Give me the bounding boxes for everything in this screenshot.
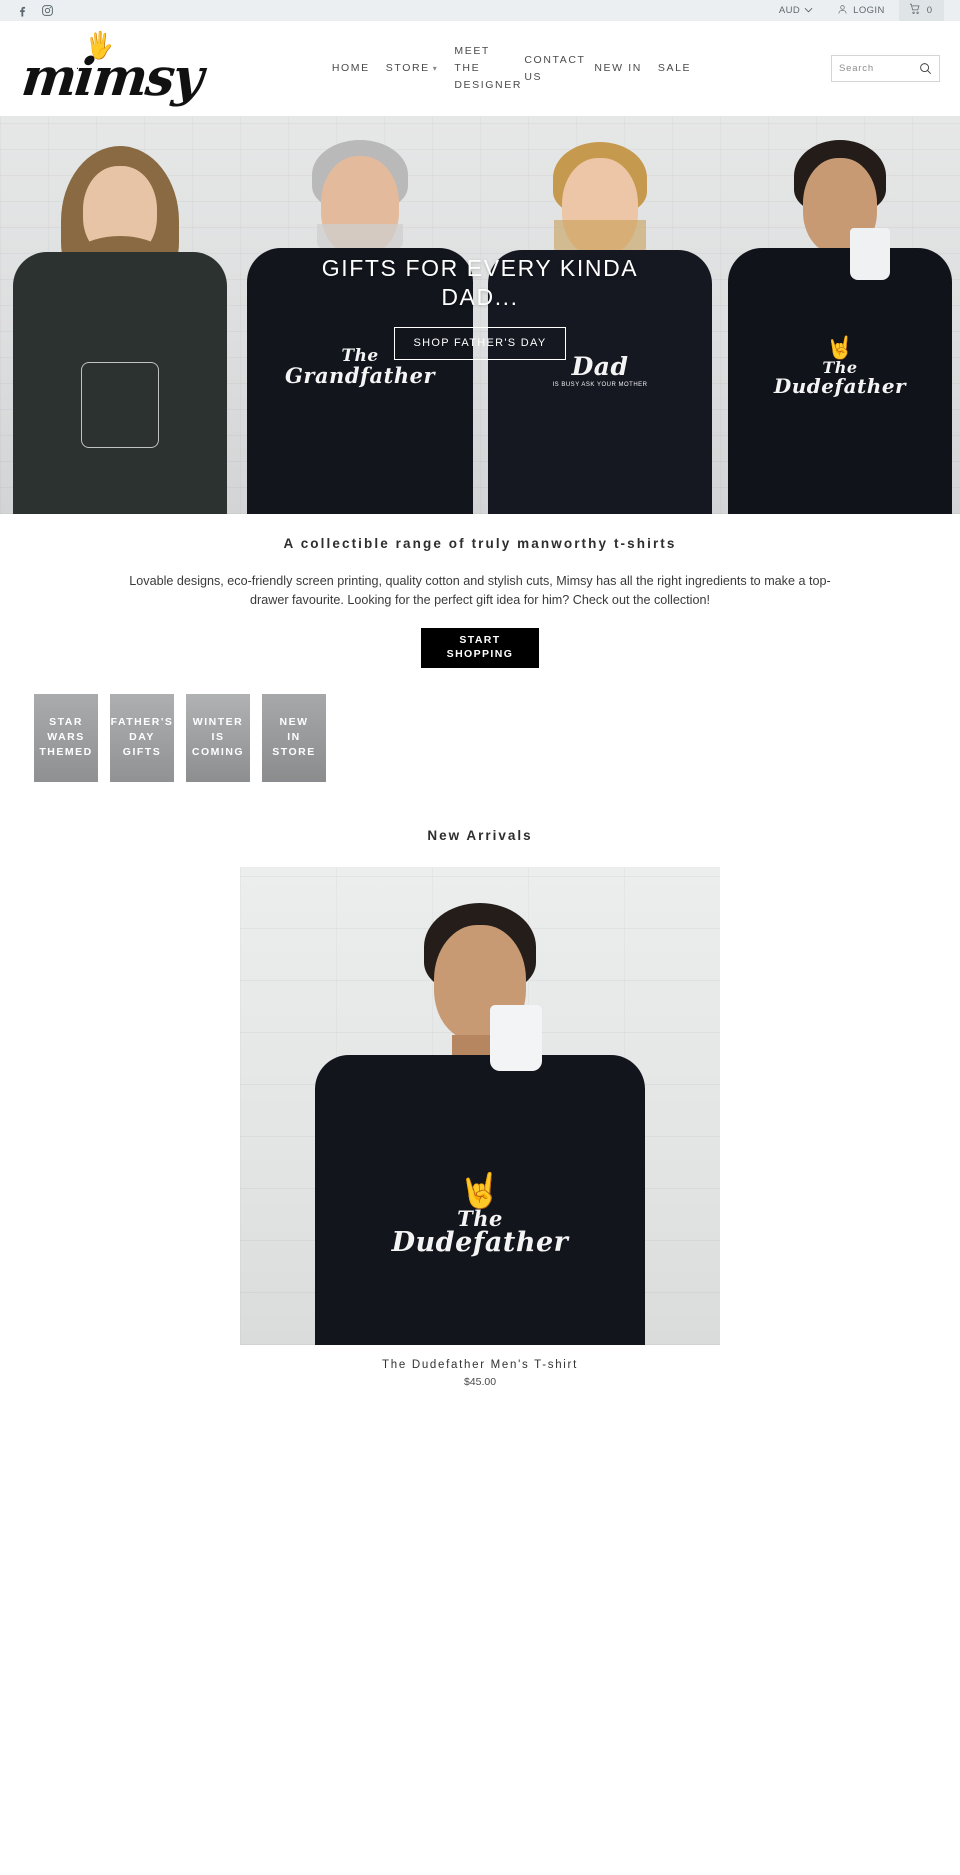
tile-label-line: STORE <box>272 746 316 759</box>
intro-heading: A collectible range of truly manworthy t… <box>283 536 677 551</box>
utility-bar-right: AUD LOGIN 0 <box>769 0 944 21</box>
tile-label: STAR WARS THEMED <box>34 694 98 782</box>
tile-label-line: STAR <box>49 715 83 728</box>
category-tiles: STAR WARS THEMED FATHER'S DAY GIFTS WINT… <box>0 668 960 782</box>
nav-label: HOME <box>331 62 370 74</box>
nav-label: STORE <box>385 62 430 74</box>
facebook-icon[interactable] <box>16 4 29 17</box>
search-input[interactable] <box>839 63 919 74</box>
tile-label: NEW IN STORE <box>262 694 326 782</box>
tile-label: WINTER IS COMING <box>186 694 250 782</box>
chevron-down-icon <box>804 5 813 16</box>
main-navigation: HOME STORE ▾ MEET THE DESIGNER CONTACT US… <box>172 43 821 94</box>
intro-section: A collectible range of truly manworthy t… <box>0 514 960 668</box>
tile-label-line: DAY <box>129 730 155 743</box>
cart-button[interactable]: 0 <box>898 0 944 21</box>
chevron-down-icon: ▾ <box>432 64 439 73</box>
nav-item-contact-us[interactable]: CONTACT US <box>516 52 586 86</box>
site-logo[interactable]: 🖐 mimsy .. <box>19 30 205 108</box>
start-shopping-button[interactable]: START SHOPPING <box>420 627 540 668</box>
user-icon <box>837 4 848 18</box>
hero-content: GIFTS FOR EVERY KINDA DAD... SHOP FATHER… <box>0 116 960 514</box>
start-shopping-line2: SHOPPING <box>446 647 514 660</box>
tile-label-line: NEW <box>279 715 309 728</box>
nav-label: NEW IN <box>594 62 642 74</box>
instagram-icon[interactable] <box>41 4 54 17</box>
currency-label: AUD <box>778 5 801 16</box>
nav-label: CONTACT US <box>524 53 586 83</box>
intro-body: Lovable designs, eco-friendly screen pri… <box>129 574 831 607</box>
nav-item-new-in[interactable]: NEW IN <box>586 60 650 77</box>
tile-label: FATHER'S DAY GIFTS <box>110 694 174 782</box>
social-links <box>16 4 54 17</box>
search-box[interactable] <box>831 55 940 82</box>
tile-label-line: GIFTS <box>122 746 162 759</box>
nav-label: MEET THE DESIGNER <box>454 45 523 91</box>
utility-bar: AUD LOGIN 0 <box>0 0 960 21</box>
login-label: LOGIN <box>853 5 885 16</box>
tile-label-line: COMING <box>191 746 245 759</box>
logo-umlaut: .. <box>70 59 83 72</box>
nav-item-meet-the-designer[interactable]: MEET THE DESIGNER <box>446 43 520 94</box>
logo-text: mimsy <box>18 46 205 108</box>
category-tile-winter-is-coming[interactable]: WINTER IS COMING <box>186 693 250 782</box>
search-icon[interactable] <box>919 62 932 75</box>
category-tile-star-wars-themed[interactable]: STAR WARS THEMED <box>34 693 98 782</box>
new-arrivals-heading: New Arrivals <box>427 827 533 843</box>
product-price: $45.00 <box>463 1375 497 1388</box>
category-tile-new-in-store[interactable]: NEW IN STORE <box>262 693 326 782</box>
start-shopping-line1: START <box>459 633 501 646</box>
nav-label: SALE <box>657 62 692 74</box>
tile-label-line: WINTER <box>192 715 244 728</box>
hero-banner: The Grandfather Dad IS BUSY ASK YOUR MOT… <box>0 116 960 514</box>
nav-item-store[interactable]: STORE ▾ <box>378 60 447 77</box>
product-grid: 🤘 The Dudefather The Dudefather Men's T-… <box>0 866 960 1388</box>
site-header: 🖐 mimsy .. HOME STORE ▾ MEET THE DESIGNER… <box>0 21 960 116</box>
product-card[interactable]: 🤘 The Dudefather The Dudefather Men's T-… <box>240 866 720 1388</box>
hero-title: GIFTS FOR EVERY KINDA DAD... <box>321 255 639 310</box>
nav-item-sale[interactable]: SALE <box>650 60 699 77</box>
category-tile-fathers-day-gifts[interactable]: FATHER'S DAY GIFTS <box>110 693 174 782</box>
product-image: 🤘 The Dudefather <box>240 866 720 1345</box>
shop-fathers-day-button[interactable]: SHOP FATHER'S DAY <box>394 327 566 360</box>
currency-selector[interactable]: AUD <box>769 5 823 16</box>
nav-item-home[interactable]: HOME <box>324 60 378 77</box>
tile-label-line: THEMED <box>39 746 93 759</box>
tile-label-line: FATHER'S <box>110 715 174 728</box>
product-title: The Dudefather Men's T-shirt <box>382 1358 578 1371</box>
tile-label-line: IS <box>211 730 225 743</box>
tile-label-line: IN <box>287 730 301 743</box>
login-button[interactable]: LOGIN <box>823 4 899 18</box>
new-arrivals-section: New Arrivals 🤘 The Dudefather The Dudefa… <box>0 828 960 1388</box>
cart-icon <box>909 3 921 18</box>
cart-count: 0 <box>926 5 932 16</box>
tile-label-line: WARS <box>47 730 85 743</box>
